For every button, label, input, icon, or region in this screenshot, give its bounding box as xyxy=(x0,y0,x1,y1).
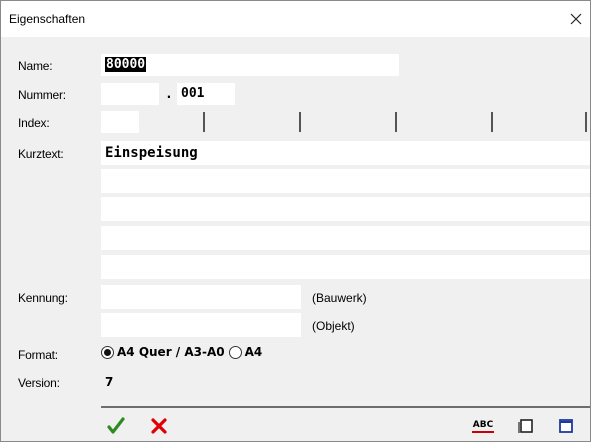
version-value: 7 xyxy=(105,375,114,389)
index-label: Index: xyxy=(18,116,50,130)
name-value: 80000 xyxy=(105,57,147,72)
format-option-a4[interactable]: A4 xyxy=(228,345,263,359)
radio-unselected-icon[interactable] xyxy=(228,345,242,359)
index-field[interactable] xyxy=(101,111,139,133)
objekt-suffix-label: (Objekt) xyxy=(312,319,355,333)
format-option-label: A4 Quer / A3-A0 xyxy=(117,345,225,359)
checkmark-icon xyxy=(107,417,125,434)
spellcheck-underline xyxy=(472,430,494,433)
index-separator xyxy=(299,112,301,132)
kennung-bauwerk-field[interactable] xyxy=(101,285,301,309)
close-icon[interactable] xyxy=(564,7,588,31)
kurztext-line-value: Einspeisung xyxy=(105,145,198,161)
toolbar-divider xyxy=(101,406,590,408)
window-icon xyxy=(559,419,573,433)
format-option-label: A4 xyxy=(244,345,263,359)
name-label: Name: xyxy=(18,59,53,73)
nummer-separator: . xyxy=(165,87,173,102)
copy-icon xyxy=(518,419,533,433)
kurztext-label: Kurztext: xyxy=(18,147,64,161)
kurztext-line-1[interactable]: Einspeisung xyxy=(101,141,590,165)
nummer-label: Nummer: xyxy=(18,88,66,102)
nummer-suffix-field[interactable]: 001 xyxy=(177,83,235,105)
nummer-prefix-field[interactable] xyxy=(101,83,159,105)
window-title: Eigenschaften xyxy=(9,12,86,26)
format-radio-group: A4 Quer / A3-A0 A4 xyxy=(101,345,266,359)
version-label: Version: xyxy=(18,376,60,390)
spellcheck-button[interactable]: ABC xyxy=(469,415,497,437)
format-label: Format: xyxy=(18,348,58,362)
kurztext-line-3[interactable] xyxy=(101,197,590,221)
kennung-objekt-field[interactable] xyxy=(101,313,301,337)
bauwerk-suffix-label: (Bauwerk) xyxy=(312,291,367,305)
kennung-label: Kennung: xyxy=(18,291,68,305)
kurztext-line-5[interactable] xyxy=(101,255,590,279)
index-separator xyxy=(203,112,205,132)
index-separator xyxy=(395,112,397,132)
window-button[interactable] xyxy=(555,415,577,437)
nummer-suffix-value: 001 xyxy=(181,86,205,101)
cross-icon xyxy=(151,418,167,434)
kurztext-line-2[interactable] xyxy=(101,169,590,193)
title-bar: Eigenschaften xyxy=(1,1,590,37)
properties-dialog: Eigenschaften Name: 80000 Nummer: . 001 … xyxy=(0,0,591,442)
index-separator xyxy=(585,112,587,132)
radio-selected-icon[interactable] xyxy=(101,345,114,359)
format-option-a4-quer[interactable]: A4 Quer / A3-A0 xyxy=(101,345,225,359)
cancel-button[interactable] xyxy=(148,415,170,437)
kurztext-line-4[interactable] xyxy=(101,226,590,250)
copy-button[interactable] xyxy=(515,415,537,437)
spellcheck-label: ABC xyxy=(472,419,494,430)
index-separator xyxy=(491,112,493,132)
ok-button[interactable] xyxy=(105,415,127,437)
name-field[interactable]: 80000 xyxy=(101,54,399,76)
